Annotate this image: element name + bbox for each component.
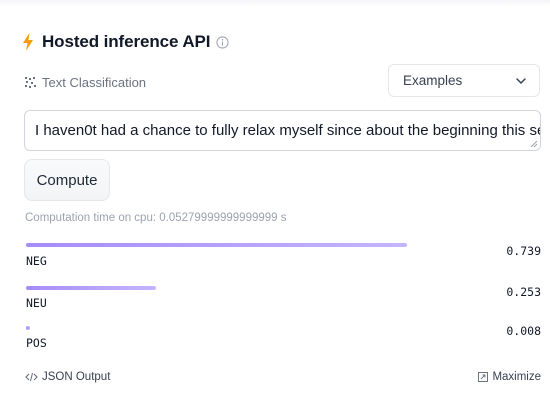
widget-header: Hosted inference API — [22, 30, 229, 54]
compute-button[interactable]: Compute — [24, 159, 110, 201]
result-label-pos: POS — [26, 336, 47, 350]
result-bar-track — [26, 286, 541, 290]
computation-time: Computation time on cpu: 0.0527999999999… — [25, 212, 287, 224]
result-bar-neu — [26, 286, 157, 290]
result-bar-track — [26, 243, 541, 247]
compute-label: Compute — [36, 171, 98, 189]
examples-label: Examples — [403, 73, 463, 88]
examples-dropdown[interactable]: Examples — [388, 64, 540, 97]
json-output-label: JSON Output — [42, 371, 111, 383]
json-output-button[interactable]: JSON Output — [25, 371, 110, 383]
inference-widget: Hosted inference API Text Classification… — [0, 0, 550, 404]
result-bar-pos — [26, 326, 31, 330]
task-label: Text Classification — [42, 74, 147, 90]
task-type: Text Classification — [24, 72, 146, 92]
maximize-label: Maximize — [492, 371, 541, 383]
top-divider — [0, 0, 550, 6]
result-label-neg: NEG — [26, 254, 47, 268]
result-score-neg: 0.739 — [506, 244, 541, 258]
result-label-neu: NEU — [26, 296, 47, 310]
result-score-pos: 0.008 — [506, 324, 541, 338]
chevron-down-icon — [516, 78, 526, 84]
text-classification-icon — [25, 76, 36, 88]
maximize-button[interactable]: Maximize — [478, 371, 541, 383]
code-icon — [25, 372, 38, 382]
header-title: Hosted inference API — [42, 32, 211, 51]
maximize-icon — [478, 372, 489, 382]
text-input[interactable]: I haven0t had a chance to fully relax my… — [24, 110, 541, 151]
info-icon[interactable] — [216, 36, 229, 49]
result-score-neu: 0.253 — [506, 285, 541, 299]
resize-handle-icon[interactable] — [530, 140, 538, 148]
text-input-value: I haven0t had a chance to fully relax my… — [35, 122, 541, 139]
result-bar-neg — [26, 243, 407, 247]
result-bar-track — [26, 326, 541, 330]
lightning-bolt-icon — [23, 33, 33, 51]
